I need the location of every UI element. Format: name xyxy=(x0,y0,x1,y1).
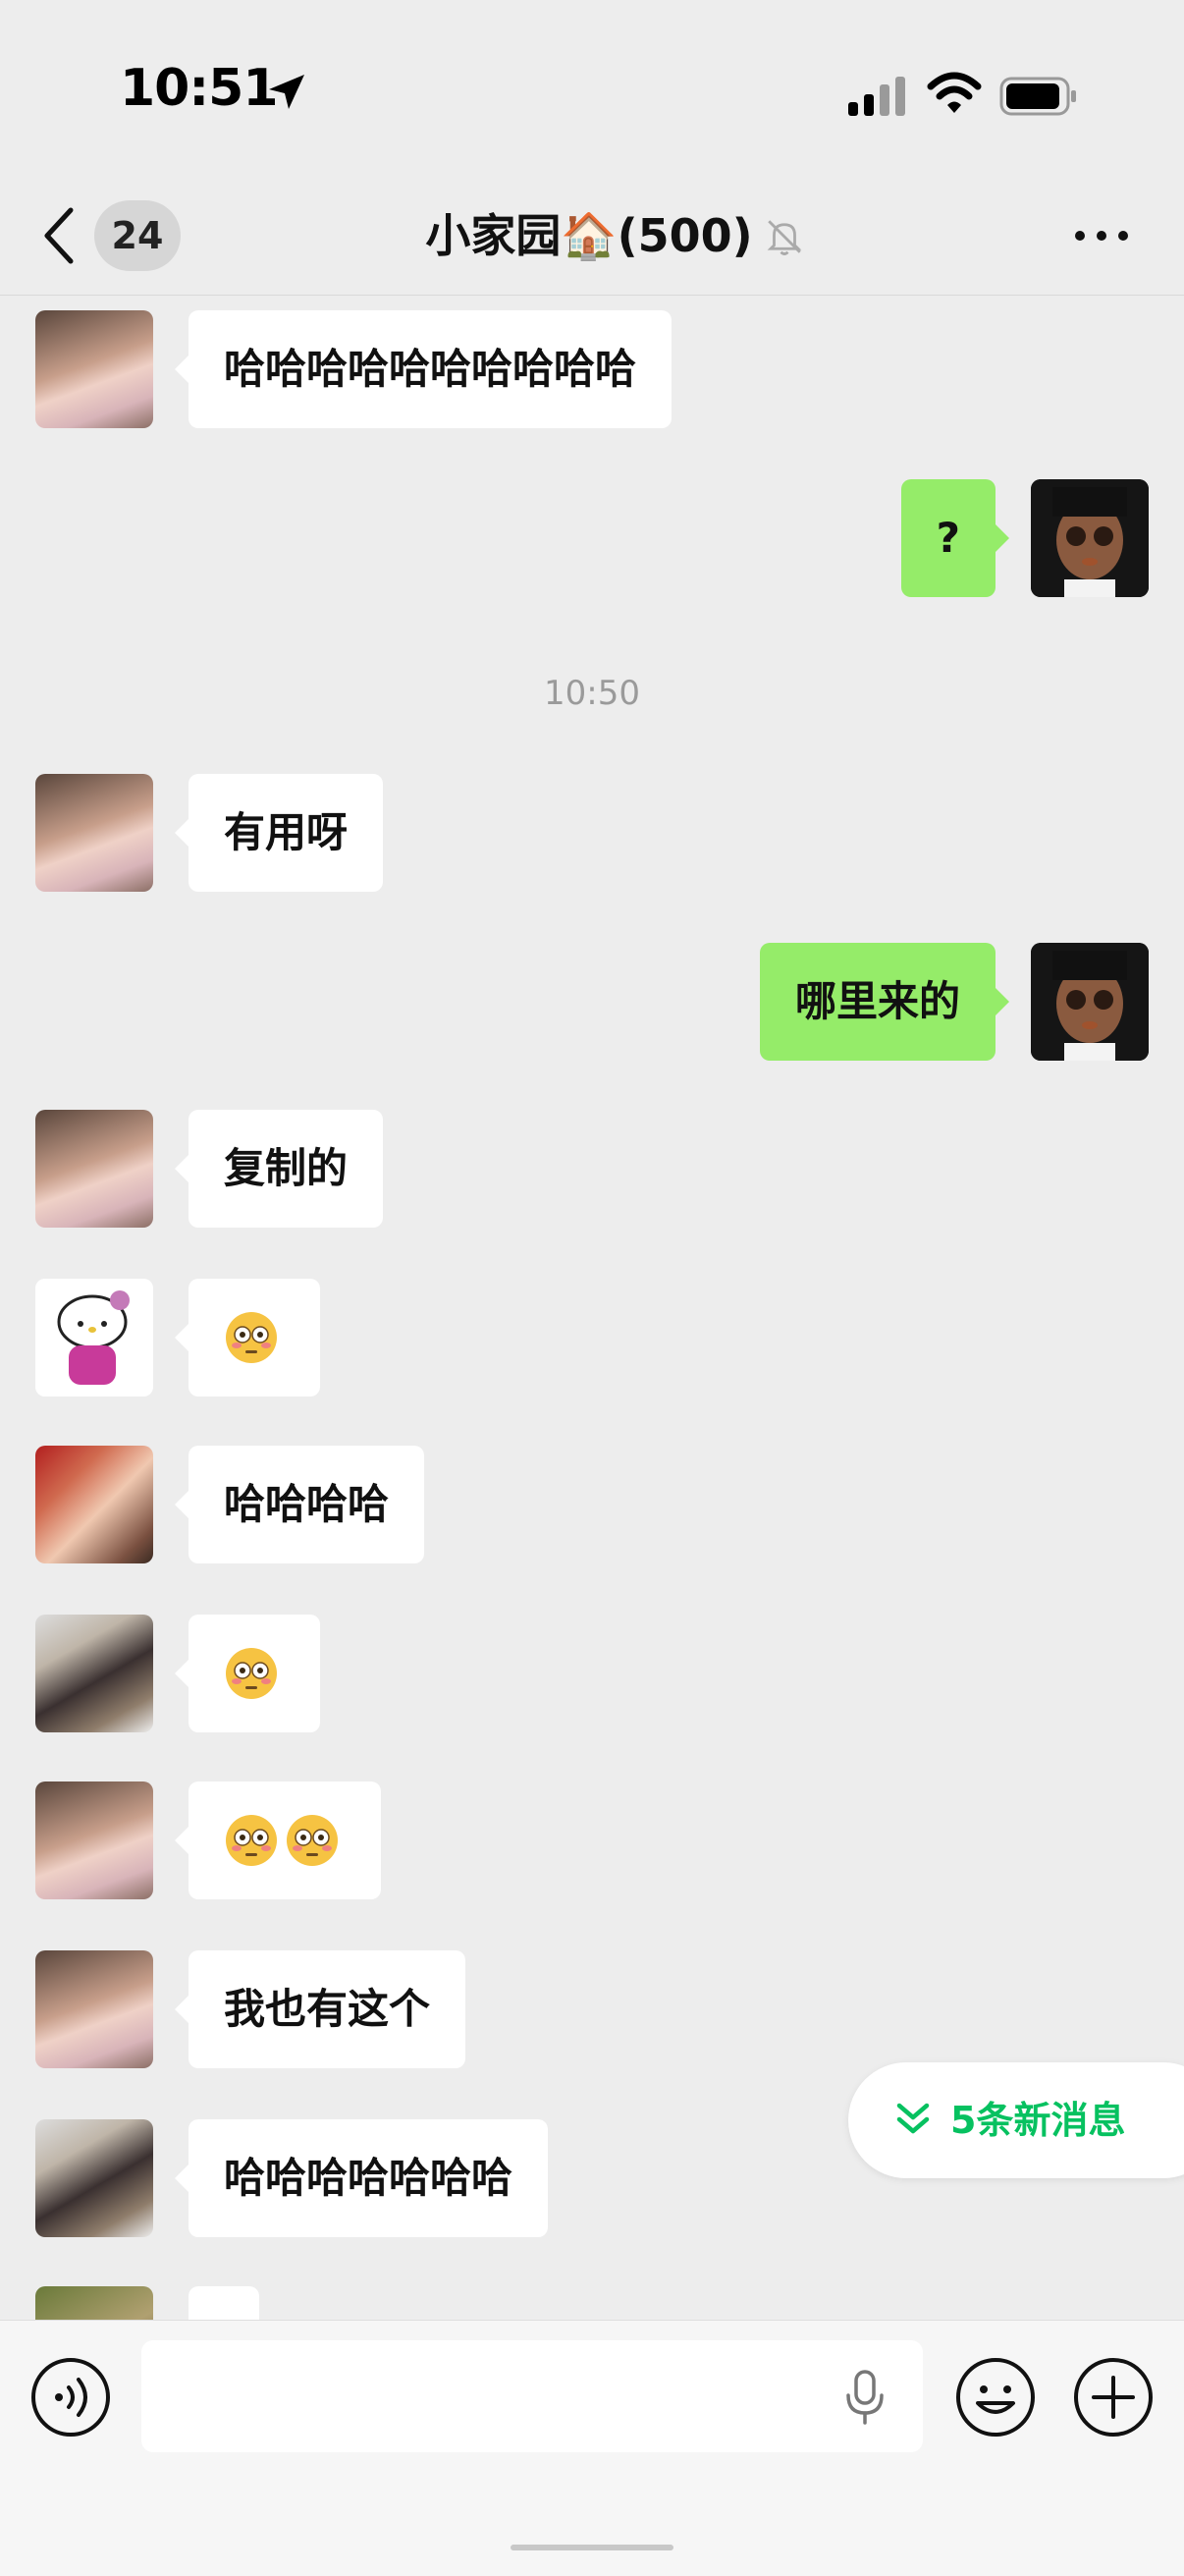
avatar[interactable] xyxy=(35,1781,153,1899)
flushed-face-icon xyxy=(226,1311,277,1363)
message-row xyxy=(0,1615,1184,1736)
home-indicator xyxy=(511,2545,673,2550)
message-row: 有用呀 xyxy=(0,774,1184,896)
avatar[interactable] xyxy=(35,1615,153,1732)
avatar[interactable] xyxy=(35,1950,153,2068)
unread-count-badge[interactable]: 24 xyxy=(94,200,181,271)
battery-icon xyxy=(999,77,1076,116)
muted-bell-icon xyxy=(767,220,802,255)
double-chevron-down-icon xyxy=(896,2103,930,2134)
new-messages-label: 5条新消息 xyxy=(950,2099,1126,2142)
message-bubble[interactable]: 有用呀 xyxy=(174,774,384,892)
message-bubble[interactable]: 我也有这个 xyxy=(174,1950,466,2068)
status-time: 10:51 xyxy=(120,59,279,118)
message-bubble[interactable] xyxy=(175,1615,320,1732)
avatar[interactable] xyxy=(35,2286,153,2320)
flushed-face-icon xyxy=(287,1814,338,1866)
message-row: 哪里来的 xyxy=(0,943,1184,1065)
avatar[interactable] xyxy=(35,774,153,892)
avatar[interactable] xyxy=(35,310,153,428)
message-row xyxy=(0,1781,1184,1903)
message-bubble[interactable] xyxy=(188,2286,259,2320)
message-bubble[interactable] xyxy=(175,1279,320,1397)
message-input[interactable] xyxy=(141,2340,923,2452)
message-row: 哈哈哈哈 xyxy=(0,1446,1184,1567)
timestamp: 10:50 xyxy=(544,674,640,713)
flushed-face-icon xyxy=(226,1647,277,1699)
avatar[interactable] xyxy=(35,2119,153,2237)
cellular-signal-icon xyxy=(848,77,905,116)
flushed-face-icon xyxy=(226,1814,277,1866)
message-row xyxy=(0,1279,1184,1400)
message-row: ? xyxy=(0,479,1184,601)
wifi-icon xyxy=(927,72,982,113)
message-bubble[interactable]: 哈哈哈哈 xyxy=(174,1446,425,1563)
microphone-icon[interactable] xyxy=(840,2370,889,2425)
message-row: 哈哈哈哈哈哈哈哈哈哈 xyxy=(0,310,1184,432)
new-messages-button[interactable]: 5条新消息 xyxy=(848,2062,1184,2178)
more-options-icon[interactable] xyxy=(1072,224,1131,247)
doll-avatar-icon xyxy=(1031,943,1149,1061)
plus-icon[interactable] xyxy=(1072,2356,1155,2439)
message-bubble[interactable]: 哈哈哈哈哈哈哈哈哈哈 xyxy=(174,310,673,428)
doll-avatar-icon xyxy=(1031,479,1149,597)
message-row: 我也有这个 xyxy=(0,1950,1184,2072)
location-arrow-icon xyxy=(269,75,304,109)
avatar[interactable] xyxy=(1031,479,1149,597)
cartoon-cat-avatar-icon xyxy=(35,1279,153,1397)
chat-header: 24 小家园🏠(500) xyxy=(0,177,1184,296)
avatar[interactable] xyxy=(35,1446,153,1563)
status-bar: 10:51 xyxy=(0,0,1184,177)
message-bubble[interactable]: 哪里来的 xyxy=(759,943,1010,1061)
message-input-bar xyxy=(0,2320,1184,2576)
message-bubble[interactable]: 复制的 xyxy=(174,1110,384,1228)
voice-mode-icon[interactable] xyxy=(29,2356,112,2439)
emoji-icon[interactable] xyxy=(954,2356,1037,2439)
message-row: 复制的 xyxy=(0,1110,1184,1232)
message-row-partial xyxy=(0,2286,1184,2320)
avatar[interactable] xyxy=(35,1279,153,1397)
message-bubble[interactable] xyxy=(175,1781,381,1899)
message-bubble[interactable]: 哈哈哈哈哈哈哈 xyxy=(174,2119,549,2237)
avatar[interactable] xyxy=(35,1110,153,1228)
back-chevron-icon[interactable] xyxy=(39,204,79,267)
avatar[interactable] xyxy=(1031,943,1149,1061)
message-bubble[interactable]: ? xyxy=(900,479,1010,597)
